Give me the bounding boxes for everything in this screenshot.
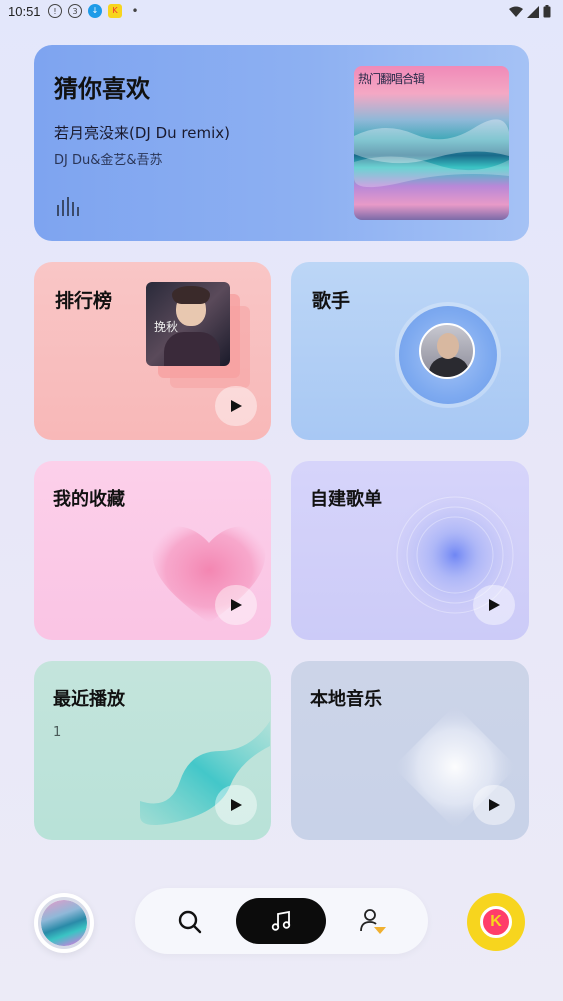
collection-play-button[interactable] [215, 585, 257, 625]
guess-you-like-title: 猜你喜欢 [54, 75, 150, 103]
singer-avatar [419, 323, 475, 379]
cover-figure-body [164, 332, 220, 366]
kugou-logo-icon: K [480, 906, 512, 938]
play-icon [489, 599, 500, 611]
play-icon [231, 799, 242, 811]
ranking-cover-text: 挽秋 [154, 320, 179, 334]
play-icon [231, 400, 242, 412]
progress-ring [38, 897, 90, 949]
music-note-icon [271, 910, 291, 931]
status-time: 10:51 [8, 4, 41, 19]
wave-art [354, 119, 509, 188]
local-music-title: 本地音乐 [310, 689, 382, 710]
recent-play-button[interactable] [215, 785, 257, 825]
battery-icon [543, 5, 551, 18]
bottom-nav-bar [135, 888, 428, 954]
nav-music-tab[interactable] [236, 898, 326, 944]
self-playlist-title: 自建歌单 [310, 489, 382, 510]
status-bar: 10:51 ! 3 ↓ K • [0, 0, 563, 24]
playlist-play-button[interactable] [473, 585, 515, 625]
guess-you-like-card[interactable]: 猜你喜欢 若月亮没来(DJ Du remix) DJ Du&金艺&吾苏 热门翻唱… [34, 45, 529, 241]
self-playlist-card[interactable]: 自建歌单 [291, 461, 529, 640]
my-collection-title: 我的收藏 [53, 489, 125, 510]
ranking-card[interactable]: 排行榜 挽秋 [34, 262, 271, 440]
kugou-button[interactable]: K [467, 893, 525, 951]
play-icon [231, 599, 242, 611]
ranking-title: 排行榜 [55, 290, 113, 312]
avatar-face [437, 333, 459, 359]
equalizer-icon[interactable] [56, 195, 80, 217]
song-title: 若月亮没来(DJ Du remix) [54, 124, 230, 142]
badge-3-icon: 3 [68, 4, 82, 18]
now-playing-button[interactable] [34, 893, 94, 953]
wifi-icon [509, 6, 523, 17]
singer-title: 歌手 [312, 290, 351, 312]
dot-icon: • [131, 4, 139, 18]
local-music-card[interactable]: 本地音乐 [291, 661, 529, 840]
song-artist: DJ Du&金艺&吾苏 [54, 153, 163, 168]
cover-figure-hair [172, 286, 210, 304]
recent-play-title: 最近播放 [53, 689, 125, 710]
album-cover[interactable]: 热门翻唱合辑 [354, 66, 509, 220]
avatar-body [429, 357, 469, 377]
my-collection-card[interactable]: 我的收藏 [34, 461, 271, 640]
signal-icon [527, 5, 539, 18]
download-icon: ↓ [88, 4, 102, 18]
ranking-play-button[interactable] [215, 386, 257, 426]
ranking-cover: 挽秋 [146, 282, 230, 366]
kugou-notify-icon: K [108, 4, 122, 18]
recent-play-count: 1 [53, 725, 62, 740]
search-icon[interactable] [177, 909, 203, 935]
recent-play-card[interactable]: 最近播放 1 [34, 661, 271, 840]
status-right [509, 5, 551, 18]
singer-card[interactable]: 歌手 [291, 262, 529, 440]
shield-icon: ! [48, 4, 62, 18]
play-icon [489, 799, 500, 811]
local-play-button[interactable] [473, 785, 515, 825]
user-vip-icon[interactable] [359, 907, 387, 935]
